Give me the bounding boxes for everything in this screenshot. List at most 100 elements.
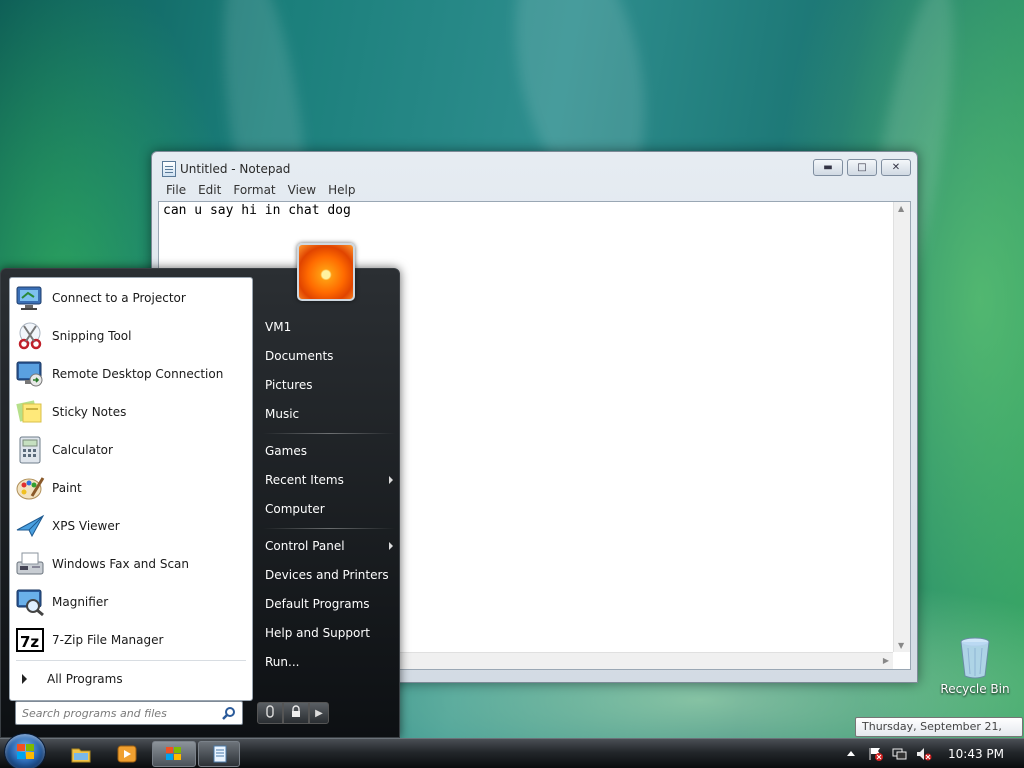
start-item-remote-desktop[interactable]: Remote Desktop Connection bbox=[14, 356, 250, 392]
taskbar-button-notepad[interactable] bbox=[198, 741, 240, 767]
start-link-control-panel[interactable]: Control Panel bbox=[265, 535, 393, 557]
start-item-projector[interactable]: Connect to a Projector bbox=[14, 280, 250, 316]
start-item-label: Snipping Tool bbox=[52, 329, 132, 343]
close-button[interactable]: ✕ bbox=[881, 159, 911, 176]
vertical-scrollbar[interactable]: ▲ ▼ bbox=[893, 202, 910, 652]
scroll-down-icon[interactable]: ▼ bbox=[898, 641, 904, 650]
scissors-icon bbox=[14, 320, 46, 352]
start-item-fax-scan[interactable]: Windows Fax and Scan bbox=[14, 546, 250, 582]
paint-palette-icon bbox=[14, 472, 46, 504]
scroll-up-icon[interactable]: ▲ bbox=[898, 204, 904, 213]
action-center-flag-icon[interactable] bbox=[868, 747, 884, 761]
start-item-magnifier[interactable]: Magnifier bbox=[14, 584, 250, 620]
search-icon[interactable] bbox=[222, 706, 236, 720]
search-box[interactable] bbox=[15, 701, 243, 725]
notepad-icon bbox=[211, 745, 229, 766]
maximize-icon: □ bbox=[857, 162, 867, 173]
network-icon[interactable] bbox=[892, 747, 908, 761]
recycle-bin-icon bbox=[958, 636, 992, 680]
start-item-label: Sticky Notes bbox=[52, 405, 127, 419]
lock-icon bbox=[290, 704, 302, 722]
minimize-button[interactable]: ▬ bbox=[813, 159, 843, 176]
media-player-icon bbox=[116, 745, 138, 768]
power-controls: ▶ bbox=[257, 702, 329, 724]
start-link-help-support[interactable]: Help and Support bbox=[265, 622, 393, 644]
all-programs-button[interactable]: All Programs bbox=[14, 666, 250, 692]
recycle-bin-label: Recycle Bin bbox=[940, 682, 1010, 696]
start-menu-right-pane: VM1 Documents Pictures Music Games Recen… bbox=[253, 269, 401, 739]
window-controls: ▬ □ ✕ bbox=[813, 159, 911, 176]
lock-button[interactable] bbox=[283, 702, 309, 724]
power-icon bbox=[264, 704, 276, 722]
start-item-sticky-notes[interactable]: Sticky Notes bbox=[14, 394, 250, 430]
notepad-app-icon bbox=[162, 161, 176, 177]
menu-edit[interactable]: Edit bbox=[192, 181, 227, 201]
explorer-quicklaunch[interactable] bbox=[70, 743, 92, 765]
xps-viewer-icon bbox=[14, 510, 46, 542]
start-item-label: Calculator bbox=[52, 443, 113, 457]
avatar[interactable] bbox=[297, 243, 355, 301]
start-link-documents[interactable]: Documents bbox=[265, 345, 393, 367]
media-player-quicklaunch[interactable] bbox=[116, 743, 138, 765]
start-link-user[interactable]: VM1 bbox=[265, 316, 393, 338]
editor-content[interactable]: can u say hi in chat dog bbox=[163, 203, 351, 218]
divider bbox=[16, 660, 246, 661]
chevron-right-icon bbox=[22, 674, 27, 684]
start-link-games[interactable]: Games bbox=[265, 440, 393, 462]
start-link-music[interactable]: Music bbox=[265, 403, 393, 425]
start-item-calculator[interactable]: Calculator bbox=[14, 432, 250, 468]
start-item-paint[interactable]: Paint bbox=[14, 470, 250, 506]
start-link-devices-printers[interactable]: Devices and Printers bbox=[265, 564, 393, 586]
start-link-run[interactable]: Run... bbox=[265, 651, 393, 673]
menu-help[interactable]: Help bbox=[322, 181, 361, 201]
start-link-pictures[interactable]: Pictures bbox=[265, 374, 393, 396]
chevron-right-icon: ▶ bbox=[315, 707, 323, 719]
menu-file[interactable]: File bbox=[160, 181, 192, 201]
windows-logo-icon bbox=[165, 745, 183, 766]
chevron-right-icon bbox=[389, 476, 393, 484]
7zip-icon: 7z bbox=[14, 624, 46, 656]
maximize-button[interactable]: □ bbox=[847, 159, 877, 176]
start-item-label: Remote Desktop Connection bbox=[52, 367, 224, 381]
recent-items-label: Recent Items bbox=[265, 473, 344, 487]
svg-text:7z: 7z bbox=[20, 633, 39, 651]
windows-logo-icon bbox=[17, 744, 35, 760]
search-input[interactable] bbox=[16, 706, 216, 720]
start-item-label: XPS Viewer bbox=[52, 519, 120, 533]
clock-time[interactable]: 10:43 PM bbox=[948, 747, 1004, 761]
show-hidden-icons-icon[interactable] bbox=[846, 747, 862, 761]
start-item-7zip[interactable]: 7z 7-Zip File Manager bbox=[14, 622, 250, 658]
divider bbox=[263, 528, 395, 529]
start-link-default-programs[interactable]: Default Programs bbox=[265, 593, 393, 615]
shutdown-options-button[interactable]: ▶ bbox=[309, 702, 329, 724]
menu-view[interactable]: View bbox=[282, 181, 322, 201]
remote-desktop-icon bbox=[14, 358, 46, 390]
pinned-programs-pane: Connect to a Projector Snipping Tool Rem… bbox=[9, 277, 253, 701]
projector-icon bbox=[14, 282, 46, 314]
divider bbox=[263, 433, 395, 434]
start-button[interactable] bbox=[4, 733, 46, 768]
recycle-bin[interactable]: Recycle Bin bbox=[940, 636, 1010, 696]
fax-icon bbox=[14, 548, 46, 580]
start-item-snipping-tool[interactable]: Snipping Tool bbox=[14, 318, 250, 354]
folder-icon bbox=[70, 748, 92, 768]
sticky-notes-icon bbox=[14, 396, 46, 428]
start-item-label: Paint bbox=[52, 481, 82, 495]
all-programs-label: All Programs bbox=[47, 672, 123, 686]
calculator-icon bbox=[14, 434, 46, 466]
taskbar-button-windows-explorer[interactable] bbox=[152, 741, 196, 767]
close-icon: ✕ bbox=[891, 162, 901, 173]
start-link-recent-items[interactable]: Recent Items bbox=[265, 469, 393, 491]
menu-bar: File Edit Format View Help bbox=[160, 181, 909, 201]
volume-muted-icon[interactable] bbox=[916, 747, 932, 761]
start-link-computer[interactable]: Computer bbox=[265, 498, 393, 520]
sleep-button[interactable] bbox=[257, 702, 283, 724]
start-item-xps-viewer[interactable]: XPS Viewer bbox=[14, 508, 250, 544]
start-item-label: 7-Zip File Manager bbox=[52, 633, 164, 647]
control-panel-label: Control Panel bbox=[265, 539, 345, 553]
menu-format[interactable]: Format bbox=[227, 181, 281, 201]
date-tooltip: Thursday, September 21, 2023 bbox=[855, 717, 1023, 751]
scroll-right-icon[interactable]: ▶ bbox=[883, 656, 889, 665]
chevron-right-icon bbox=[389, 542, 393, 550]
window-title: Untitled - Notepad bbox=[180, 162, 291, 176]
